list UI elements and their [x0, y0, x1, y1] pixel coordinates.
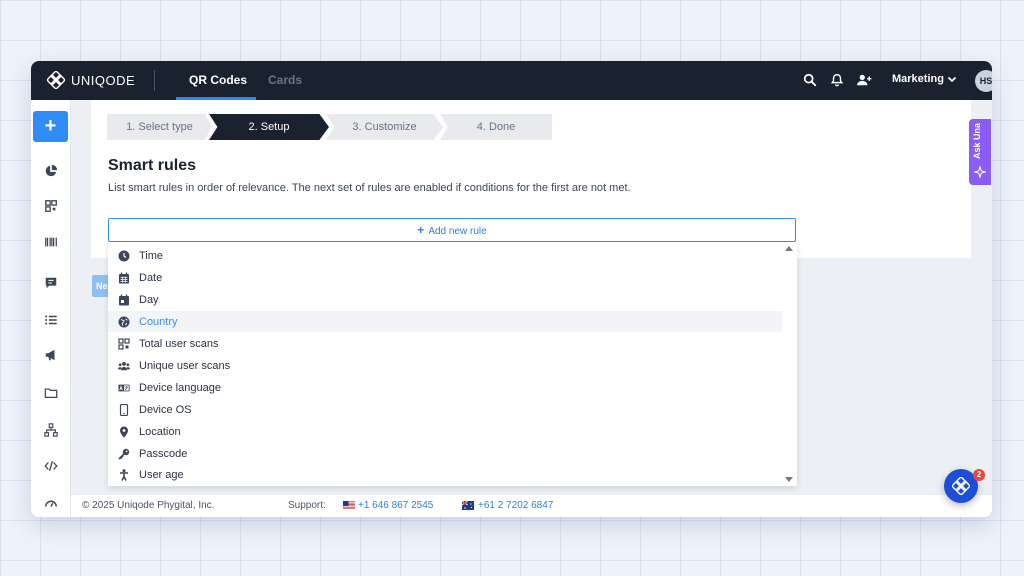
add-new-rule-label: Add new rule: [428, 226, 487, 237]
brand-logo[interactable]: UNIQODE: [47, 71, 135, 89]
brand-name: UNIQODE: [71, 72, 136, 88]
chevron-down-icon: [947, 76, 957, 83]
dropdown-item-label: User age: [139, 468, 184, 481]
dropdown-item-location[interactable]: Location: [108, 421, 782, 442]
folder-icon[interactable]: [44, 386, 58, 400]
au-flag-icon: [462, 501, 474, 510]
gauge-icon[interactable]: [44, 496, 58, 510]
calendar-icon: [119, 272, 129, 283]
support-phone-au[interactable]: +61 2 7202 6847: [478, 500, 553, 511]
dropdown-item-device-language[interactable]: Device language: [108, 377, 782, 398]
top-navigation-bar: UNIQODE QR Codes Cards Marketing HS: [31, 61, 992, 100]
step-customize[interactable]: 3. Customize: [326, 114, 443, 140]
location-pin-icon: [120, 426, 128, 437]
language-icon: [118, 384, 130, 391]
app-window: UNIQODE QR Codes Cards Marketing HS + 1.…: [31, 61, 992, 517]
person-icon: [120, 468, 128, 481]
dropdown-item-unique-user-scans[interactable]: Unique user scans: [108, 355, 782, 376]
dropdown-item-date[interactable]: Date: [108, 267, 782, 288]
smart-rules-card: 1. Select type 2. Setup 3. Customize 4. …: [91, 100, 971, 258]
megaphone-icon[interactable]: [44, 348, 58, 362]
dropdown-item-label: Passcode: [139, 447, 188, 460]
plus-icon: +: [417, 223, 425, 237]
step-setup[interactable]: 2. Setup: [209, 114, 329, 140]
ask-una-tab[interactable]: Ask Una: [969, 119, 991, 185]
uniqode-logo-icon: [47, 71, 65, 89]
uniqode-logo-icon: [952, 477, 970, 495]
qr-grid-icon: [118, 337, 130, 350]
sparkle-icon: [974, 166, 986, 178]
mobile-icon: [119, 403, 129, 416]
step-select-type[interactable]: 1. Select type: [107, 114, 212, 140]
bell-icon[interactable]: [830, 73, 844, 87]
search-icon[interactable]: [803, 73, 817, 87]
scroll-up-arrow[interactable]: [785, 246, 793, 251]
key-icon: [118, 448, 130, 460]
dropdown-item-user-age[interactable]: User age: [108, 464, 782, 485]
dropdown-item-label: Country: [139, 315, 178, 328]
users-icon: [118, 361, 130, 370]
step-done[interactable]: 4. Done: [440, 114, 552, 140]
ask-una-label: Ask Una: [972, 122, 982, 159]
footer: © 2025 Uniqode Phygital, Inc. Support: +…: [71, 495, 992, 517]
dropdown-item-label: Time: [139, 249, 164, 262]
copyright-text: © 2025 Uniqode Phygital, Inc.: [82, 500, 215, 511]
page-title: Smart rules: [108, 157, 197, 174]
qr-grid-icon[interactable]: [44, 199, 58, 213]
support-phone-us[interactable]: +1 646 867 2545: [358, 500, 433, 511]
dropdown-item-passcode[interactable]: Passcode: [108, 443, 782, 464]
chat-icon[interactable]: [44, 276, 58, 290]
us-flag-icon: [343, 501, 355, 510]
dropdown-item-day[interactable]: Day: [108, 289, 782, 310]
dropdown-item-label: Date: [139, 271, 163, 284]
dropdown-item-total-user-scans[interactable]: Total user scans: [108, 333, 782, 354]
add-user-icon[interactable]: [856, 73, 872, 87]
dropdown-item-country[interactable]: Country: [108, 311, 782, 332]
dropdown-item-label: Device OS: [139, 403, 192, 416]
code-icon[interactable]: [44, 459, 58, 473]
pie-chart-icon[interactable]: [44, 164, 58, 178]
avatar[interactable]: HS: [975, 70, 992, 92]
globe-icon: [118, 316, 130, 327]
notification-badge: 2: [973, 469, 985, 481]
create-button[interactable]: +: [33, 111, 68, 142]
add-new-rule-button[interactable]: + Add new rule: [108, 218, 796, 242]
tab-qr-codes[interactable]: QR Codes: [189, 73, 247, 87]
page-description: List smart rules in order of relevance. …: [108, 182, 631, 194]
barcode-icon[interactable]: [44, 235, 58, 249]
dropdown-item-label: Day: [139, 293, 159, 306]
tab-cards[interactable]: Cards: [268, 73, 302, 87]
rule-type-dropdown: Time Date Day Country Total user scans U…: [108, 242, 797, 486]
scroll-down-arrow[interactable]: [785, 477, 793, 482]
dropdown-item-time[interactable]: Time: [108, 245, 782, 266]
topbar-divider: [154, 70, 155, 91]
dropdown-item-label: Location: [139, 425, 181, 438]
sidebar: +: [31, 100, 71, 517]
clock-icon: [118, 250, 130, 261]
list-icon[interactable]: [44, 313, 58, 327]
dropdown-item-label: Unique user scans: [139, 359, 231, 372]
workspace-label: Marketing: [892, 73, 944, 85]
workspace-selector[interactable]: Marketing: [892, 73, 957, 85]
dropdown-item-device-os[interactable]: Device OS: [108, 399, 782, 420]
dropdown-item-label: Device language: [139, 381, 221, 394]
calendar-day-icon: [119, 294, 129, 305]
dropdown-item-label: Total user scans: [139, 337, 219, 350]
support-label: Support:: [288, 500, 326, 511]
sitemap-icon[interactable]: [44, 423, 58, 437]
